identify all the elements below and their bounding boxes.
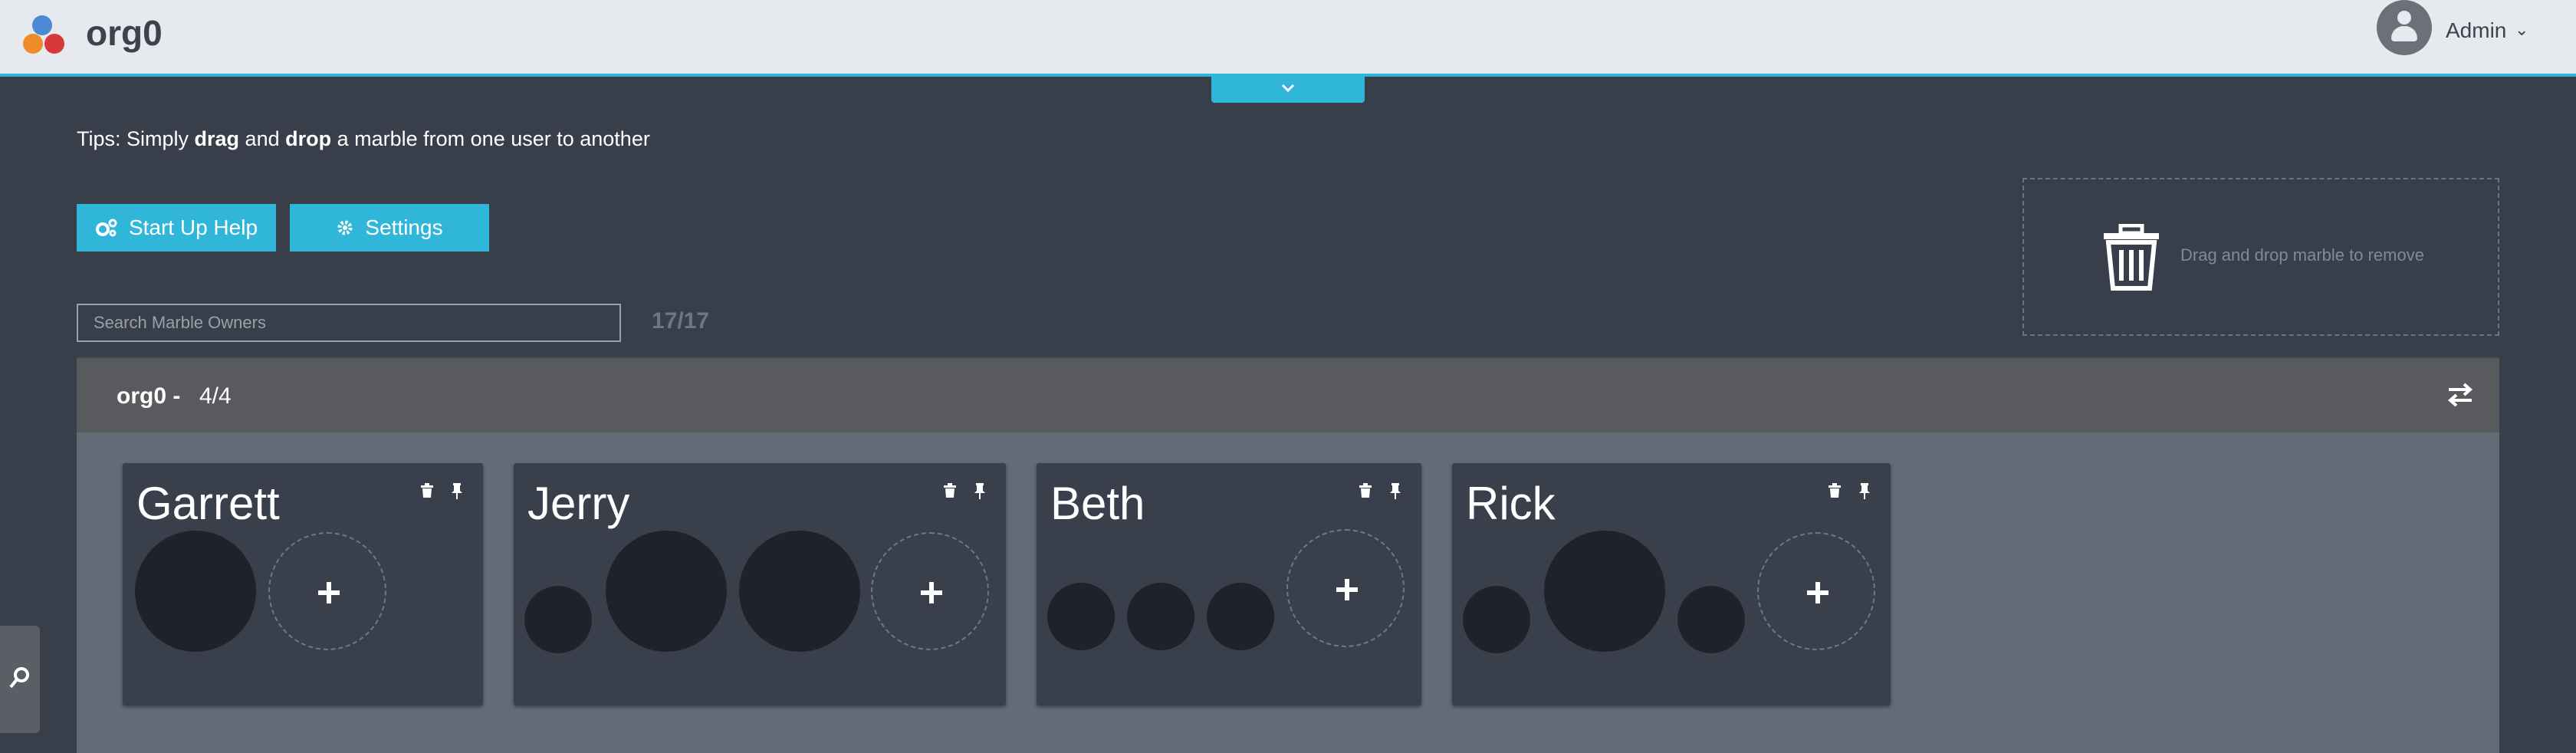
pin-icon[interactable] <box>974 483 986 500</box>
org-name: org0 - <box>117 383 181 409</box>
add-marble-button[interactable] <box>1286 529 1405 647</box>
owner-count: 17/17 <box>652 308 710 334</box>
marble[interactable] <box>1047 583 1115 650</box>
start-up-help-label: Start Up Help <box>128 215 258 239</box>
marble[interactable] <box>739 531 860 652</box>
org-section-header: org0 - 4/4 <box>77 357 2499 432</box>
swap-icon[interactable] <box>2447 382 2473 406</box>
trash-icon <box>2104 224 2159 291</box>
owner-card-rick[interactable]: Rick <box>1452 463 1891 705</box>
settings-button[interactable]: Settings <box>290 204 489 252</box>
expand-panel-tab[interactable] <box>1211 77 1365 103</box>
owner-name: Beth <box>1050 478 1145 529</box>
app-logo <box>21 15 67 57</box>
marble[interactable] <box>1207 583 1274 650</box>
marble[interactable] <box>1677 586 1745 653</box>
user-avatar[interactable] <box>2377 0 2432 55</box>
chevron-down-icon[interactable]: ⌄ <box>2515 20 2528 40</box>
start-up-help-button[interactable]: Start Up Help <box>77 204 276 252</box>
chevron-down-icon <box>1281 84 1295 93</box>
marble[interactable] <box>524 586 592 653</box>
add-marble-button[interactable] <box>1757 532 1875 650</box>
trash-drop-zone[interactable]: Drag and drop marble to remove <box>2022 178 2499 336</box>
user-menu-label[interactable]: Admin <box>2446 18 2506 43</box>
owner-card-jerry[interactable]: Jerry <box>514 463 1006 705</box>
trash-icon[interactable] <box>1828 483 1842 498</box>
owner-name: Jerry <box>527 478 630 529</box>
marble[interactable] <box>1127 583 1194 650</box>
trash-hint-text: Drag and drop marble to remove <box>2180 245 2424 265</box>
trash-icon[interactable] <box>943 483 957 498</box>
pin-icon[interactable] <box>1389 483 1401 500</box>
add-marble-button[interactable] <box>268 532 386 650</box>
org-owner-count: 4/4 <box>199 383 232 409</box>
org-brand-title: org0 <box>86 13 163 53</box>
gears-icon <box>95 219 117 237</box>
trash-icon[interactable] <box>1359 483 1372 498</box>
owner-card-garrett[interactable]: Garrett <box>123 463 483 705</box>
settings-label: Settings <box>365 215 443 239</box>
tips-text: Tips: Simply drag and drop a marble from… <box>77 127 650 150</box>
marble[interactable] <box>1544 531 1665 652</box>
trash-icon[interactable] <box>420 483 434 498</box>
owner-name: Rick <box>1466 478 1556 529</box>
top-header: org0 Admin ⌄ <box>0 0 2576 77</box>
search-icon <box>9 667 29 689</box>
gear-icon <box>337 220 353 235</box>
side-search-toggle[interactable] <box>0 626 40 733</box>
add-marble-button[interactable] <box>871 532 989 650</box>
marble[interactable] <box>1463 586 1530 653</box>
marble[interactable] <box>135 531 256 652</box>
search-marble-owners-input[interactable] <box>77 304 621 342</box>
pin-icon[interactable] <box>451 483 463 500</box>
marble[interactable] <box>606 531 727 652</box>
owner-card-beth[interactable]: Beth <box>1037 463 1421 705</box>
owner-name: Garrett <box>136 478 280 529</box>
pin-icon[interactable] <box>1858 483 1871 500</box>
